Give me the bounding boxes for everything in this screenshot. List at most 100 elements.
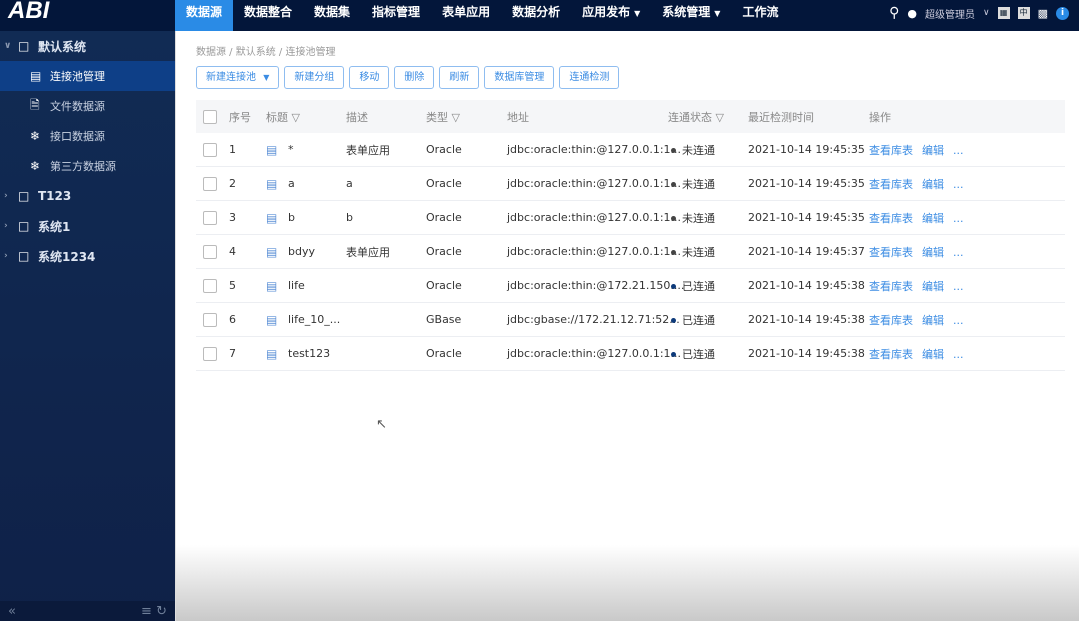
col-type-label: 类型 — [426, 110, 448, 124]
info-icon[interactable]: i — [1056, 6, 1069, 20]
col-time: 最近检测时间 — [748, 110, 814, 124]
nav-tab[interactable]: 应用发布 ▼ — [571, 0, 651, 31]
cell-address: jdbc:oracle:thin:@127.0.0.1:1... — [507, 177, 682, 190]
status-text: 未连通 — [682, 177, 715, 191]
more-link[interactable]: ... — [953, 246, 964, 259]
view-tables-link[interactable]: 查看库表 — [869, 314, 913, 327]
more-link[interactable]: ... — [953, 212, 964, 225]
row-checkbox[interactable] — [203, 346, 217, 361]
collapse-icon[interactable]: « — [8, 604, 16, 619]
sidebar-footer: « ≡ ↻ — [0, 601, 175, 621]
sidebar-group[interactable]: › □ 系统1234 — [0, 241, 175, 271]
more-link[interactable]: ... — [953, 314, 964, 327]
select-all-checkbox[interactable] — [203, 109, 217, 124]
cell-index: 4 — [229, 245, 236, 258]
cell-type: GBase — [426, 313, 462, 326]
mouse-cursor-icon: ↖ — [376, 417, 387, 432]
table-row: 3 ▤ b b Oracle jdbc:oracle:thin:@127.0.0… — [196, 201, 1065, 235]
view-tables-link[interactable]: 查看库表 — [869, 246, 913, 259]
edit-link[interactable]: 编辑 — [922, 178, 944, 191]
cell-ops: 查看库表 编辑... — [869, 176, 973, 192]
table-icon: ▤ — [266, 244, 278, 259]
row-checkbox[interactable] — [203, 176, 217, 191]
file-icon: 🗎 — [30, 97, 40, 112]
language-button[interactable]: 中 — [1017, 7, 1030, 19]
sidebar-group[interactable]: ∨ □ 默认系统 — [0, 31, 175, 61]
more-link[interactable]: ... — [953, 348, 964, 361]
refresh-button[interactable]: 刷新 — [439, 66, 480, 89]
cell-title: b — [288, 211, 295, 224]
status-text: 未连通 — [682, 143, 715, 157]
menu-icon[interactable]: ≡ — [141, 604, 152, 619]
nav-tab[interactable]: 工作流 — [731, 0, 789, 31]
sidebar-group[interactable]: › □ 系统1 — [0, 211, 175, 241]
chevron-down-icon[interactable]: ∨ — [983, 8, 990, 18]
cell-ops: 查看库表 编辑... — [869, 210, 973, 226]
message-icon[interactable]: ▩ — [1038, 7, 1048, 20]
row-checkbox[interactable] — [203, 210, 217, 225]
sidebar-group-label: 系统1234 — [38, 249, 96, 264]
sidebar-item[interactable]: ❄ 第三方数据源 — [0, 151, 175, 181]
pool-icon: ▤ — [30, 69, 42, 83]
nav-tab[interactable]: 系统管理 ▼ — [651, 0, 731, 31]
edit-link[interactable]: 编辑 — [922, 348, 944, 361]
user-menu[interactable]: 超级管理员 — [925, 6, 975, 21]
edit-link[interactable]: 编辑 — [922, 144, 944, 157]
edit-link[interactable]: 编辑 — [922, 280, 944, 293]
more-link[interactable]: ... — [953, 280, 964, 293]
move-button[interactable]: 移动 — [349, 66, 390, 89]
db-manage-button[interactable]: 数据库管理 — [484, 66, 555, 89]
view-tables-link[interactable]: 查看库表 — [869, 212, 913, 225]
nav-tab-label: 表单应用 — [442, 5, 491, 19]
nav-tab[interactable]: 数据整合 — [233, 0, 303, 31]
filter-icon[interactable]: ▽ — [292, 111, 300, 124]
more-link[interactable]: ... — [953, 144, 964, 157]
sidebar-item[interactable]: 🗎 文件数据源 — [0, 91, 175, 121]
table-row: 5 ▤ life Oracle jdbc:oracle:thin:@172.21… — [196, 269, 1065, 303]
row-checkbox[interactable] — [203, 312, 217, 327]
cell-type: Oracle — [426, 245, 462, 258]
view-tables-link[interactable]: 查看库表 — [869, 144, 913, 157]
nav-tab[interactable]: 指标管理 — [361, 0, 431, 31]
row-checkbox[interactable] — [203, 278, 217, 293]
sidebar-item[interactable]: ❄ 接口数据源 — [0, 121, 175, 151]
pool-table: 序号 标题 ▽ 描述 类型 ▽ 地址 连通状态 ▽ 最近检测时间 操作 1 ▤ … — [196, 100, 1065, 371]
main-content: 数据源 / 默认系统 / 连接池管理 新建连接池 ▼ 新建分组 移动 删除 刷新… — [176, 31, 1079, 621]
filter-icon[interactable]: ▽ — [452, 111, 460, 124]
col-status: 连通状态 ▽ — [668, 109, 724, 125]
check-connection-button[interactable]: 连通检测 — [559, 66, 620, 89]
nav-tab-label: 数据分析 — [512, 5, 561, 19]
cell-status: 未连通 — [671, 176, 715, 192]
row-checkbox[interactable] — [203, 142, 217, 157]
view-tables-link[interactable]: 查看库表 — [869, 178, 913, 191]
user-icon[interactable]: ● — [907, 7, 917, 20]
edit-link[interactable]: 编辑 — [922, 314, 944, 327]
nav-tab-label: 系统管理 — [662, 5, 711, 19]
new-pool-button[interactable]: 新建连接池 ▼ — [196, 66, 280, 89]
nav-tab[interactable]: 表单应用 — [431, 0, 501, 31]
status-text: 已连通 — [682, 347, 715, 361]
cell-status: 未连通 — [671, 244, 715, 260]
sidebar-group[interactable]: › □ T123 — [0, 181, 175, 211]
nav-tab[interactable]: 数据分析 — [501, 0, 571, 31]
cell-desc: 表单应用 — [346, 143, 390, 157]
row-checkbox[interactable] — [203, 244, 217, 259]
cell-title: * — [288, 143, 294, 156]
more-link[interactable]: ... — [953, 178, 964, 191]
logo: ABI — [8, 0, 50, 24]
delete-button[interactable]: 删除 — [394, 66, 435, 89]
cell-ops: 查看库表 编辑... — [869, 346, 973, 362]
edit-link[interactable]: 编辑 — [922, 212, 944, 225]
new-group-button[interactable]: 新建分组 — [284, 66, 345, 89]
cell-time: 2021-10-14 19:45:35 — [748, 211, 865, 224]
view-tables-link[interactable]: 查看库表 — [869, 280, 913, 293]
nav-tab[interactable]: 数据集 — [303, 0, 361, 31]
filter-icon[interactable]: ▽ — [716, 111, 724, 124]
search-icon[interactable]: ⚲ — [889, 5, 899, 21]
qr-code-icon[interactable]: ▦ — [997, 7, 1010, 19]
refresh-icon[interactable]: ↻ — [156, 604, 167, 619]
edit-link[interactable]: 编辑 — [922, 246, 944, 259]
nav-tab[interactable]: 数据源 — [175, 0, 234, 31]
view-tables-link[interactable]: 查看库表 — [869, 348, 913, 361]
sidebar-item[interactable]: ▤ 连接池管理 — [0, 61, 175, 91]
